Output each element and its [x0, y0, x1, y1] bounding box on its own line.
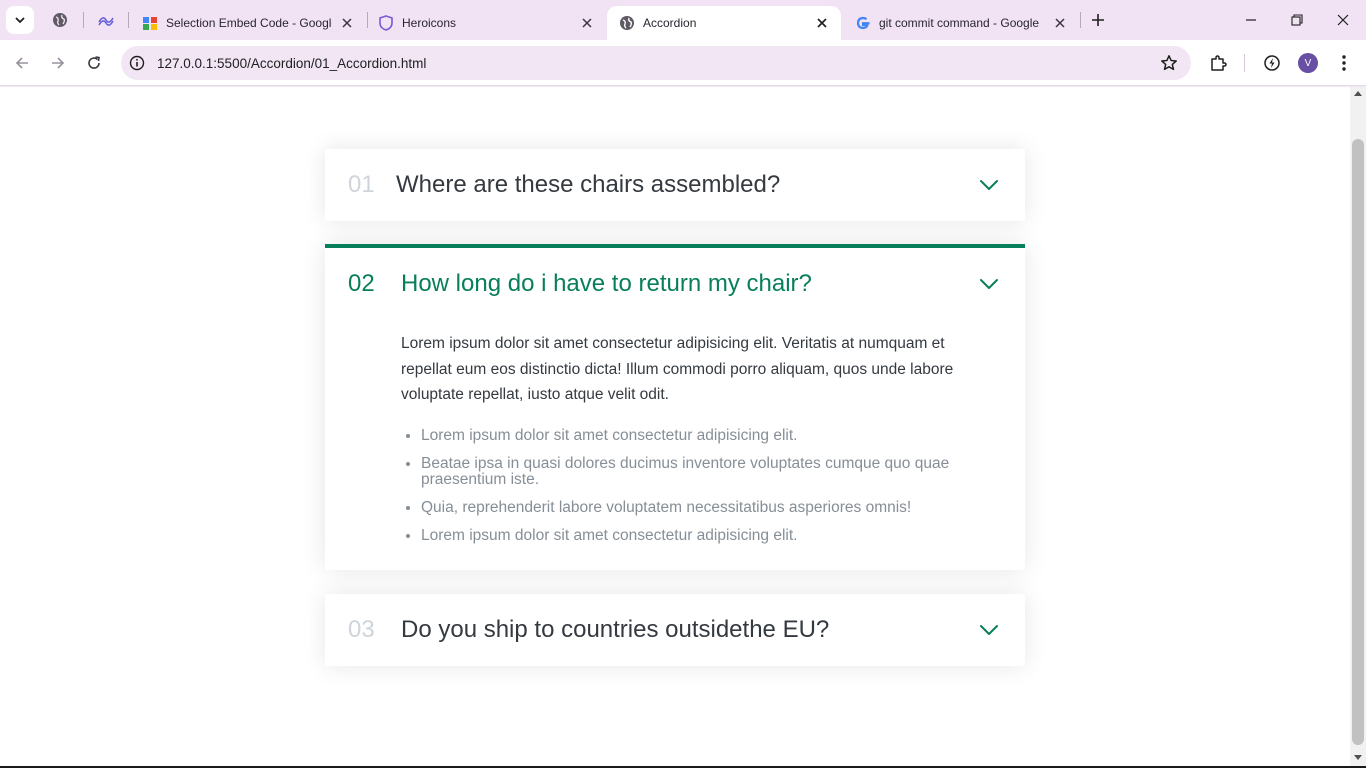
- globe-icon: [53, 13, 67, 27]
- item-number: 01: [348, 171, 375, 198]
- browser-toolbar: 127.0.0.1:5500/Accordion/01_Accordion.ht…: [0, 40, 1366, 86]
- waves-icon: [98, 17, 114, 26]
- tab-title: Selection Embed Code - Google: [166, 16, 332, 30]
- minimize-button[interactable]: [1239, 8, 1263, 32]
- new-tab-button[interactable]: [1088, 10, 1108, 30]
- list-item: Quia, reprehenderit labore voluptatem ne…: [421, 499, 961, 516]
- tab-search-button[interactable]: [6, 6, 34, 34]
- scroll-down-arrow-icon[interactable]: [1354, 755, 1362, 760]
- forward-button[interactable]: [46, 51, 70, 75]
- pinned-tab-globe[interactable]: [48, 8, 72, 32]
- close-icon[interactable]: [1051, 14, 1069, 32]
- back-button[interactable]: [10, 51, 34, 75]
- bookmark-star-icon[interactable]: [1159, 53, 1179, 73]
- globe-icon: [619, 15, 635, 31]
- tab-title: git commit command - Google: [879, 16, 1040, 30]
- close-icon[interactable]: [578, 14, 596, 32]
- item-question: How long do i have to return my chair?: [401, 270, 812, 297]
- tab-git-commit[interactable]: git commit command - Google: [843, 6, 1079, 40]
- accordion-item-1[interactable]: 01 Where are these chairs assembled?: [325, 149, 1025, 221]
- accordion-header[interactable]: 01 Where are these chairs assembled?: [325, 149, 1025, 221]
- accordion-item-3[interactable]: 03 Do you ship to countries outsidethe E…: [325, 594, 1025, 666]
- profile-avatar[interactable]: V: [1298, 53, 1318, 73]
- accordion-header[interactable]: 03 Do you ship to countries outsidethe E…: [325, 594, 1025, 666]
- performance-button[interactable]: [1260, 51, 1284, 75]
- close-icon[interactable]: [338, 14, 356, 32]
- more-vertical-icon: [1342, 55, 1346, 71]
- tab-title: Heroicons: [402, 16, 457, 30]
- lightning-icon: [1264, 55, 1280, 71]
- extensions-button[interactable]: [1206, 51, 1230, 75]
- site-info-icon[interactable]: [127, 53, 147, 73]
- restore-icon: [1291, 14, 1303, 26]
- chevron-down-icon: [15, 17, 25, 24]
- list-item: Lorem ipsum dolor sit amet consectetur a…: [421, 427, 961, 444]
- plus-icon: [1092, 14, 1104, 26]
- reload-icon: [88, 56, 100, 69]
- answer-list: Lorem ipsum dolor sit amet consectetur a…: [401, 427, 961, 544]
- item-question: Where are these chairs assembled?: [396, 171, 781, 198]
- reload-button[interactable]: [82, 51, 106, 75]
- answer-text: Lorem ipsum dolor sit amet consectetur a…: [401, 335, 954, 403]
- address-bar[interactable]: 127.0.0.1:5500/Accordion/01_Accordion.ht…: [121, 46, 1191, 80]
- item-number: 02: [348, 270, 375, 297]
- google-drive-icon: [142, 15, 158, 31]
- close-window-button[interactable]: [1331, 8, 1355, 32]
- item-number: 03: [348, 616, 375, 643]
- menu-button[interactable]: [1332, 51, 1356, 75]
- tab-heroicons[interactable]: Heroicons: [366, 6, 606, 40]
- scroll-up-arrow-icon[interactable]: [1354, 91, 1362, 96]
- shield-icon: [378, 15, 394, 31]
- chevron-down-icon[interactable]: [979, 274, 999, 294]
- arrow-right-icon: [52, 57, 65, 69]
- list-item: Lorem ipsum dolor sit amet consectetur a…: [421, 527, 961, 544]
- accordion-content: Lorem ipsum dolor sit amet consectetur a…: [401, 331, 961, 556]
- pinned-tab-waves[interactable]: [94, 8, 118, 32]
- close-icon: [1337, 14, 1349, 26]
- accordion-item-2[interactable]: 02 How long do i have to return my chair…: [325, 244, 1025, 570]
- accordion-header[interactable]: 02 How long do i have to return my chair…: [325, 248, 1025, 320]
- tab-strip: Selection Embed Code - Google Heroicons …: [0, 0, 1366, 40]
- page-viewport: 01 Where are these chairs assembled? 02 …: [0, 87, 1350, 766]
- restore-button[interactable]: [1285, 8, 1309, 32]
- google-icon: [855, 15, 871, 31]
- scroll-thumb[interactable]: [1352, 139, 1364, 745]
- chevron-down-icon[interactable]: [979, 620, 999, 640]
- close-icon[interactable]: [813, 14, 831, 32]
- url-text[interactable]: 127.0.0.1:5500/Accordion/01_Accordion.ht…: [157, 56, 426, 71]
- minimize-icon: [1246, 19, 1256, 21]
- puzzle-icon: [1211, 55, 1227, 71]
- arrow-left-icon: [15, 57, 28, 69]
- list-item: Beatae ipsa in quasi dolores ducimus inv…: [421, 455, 961, 488]
- tab-title: Accordion: [643, 16, 697, 30]
- tab-accordion[interactable]: Accordion: [607, 6, 841, 40]
- chevron-down-icon[interactable]: [979, 175, 999, 195]
- tab-selection-embed[interactable]: Selection Embed Code - Google: [130, 6, 366, 40]
- vertical-scrollbar[interactable]: [1350, 87, 1366, 766]
- item-question: Do you ship to countries outsidethe EU?: [401, 616, 830, 643]
